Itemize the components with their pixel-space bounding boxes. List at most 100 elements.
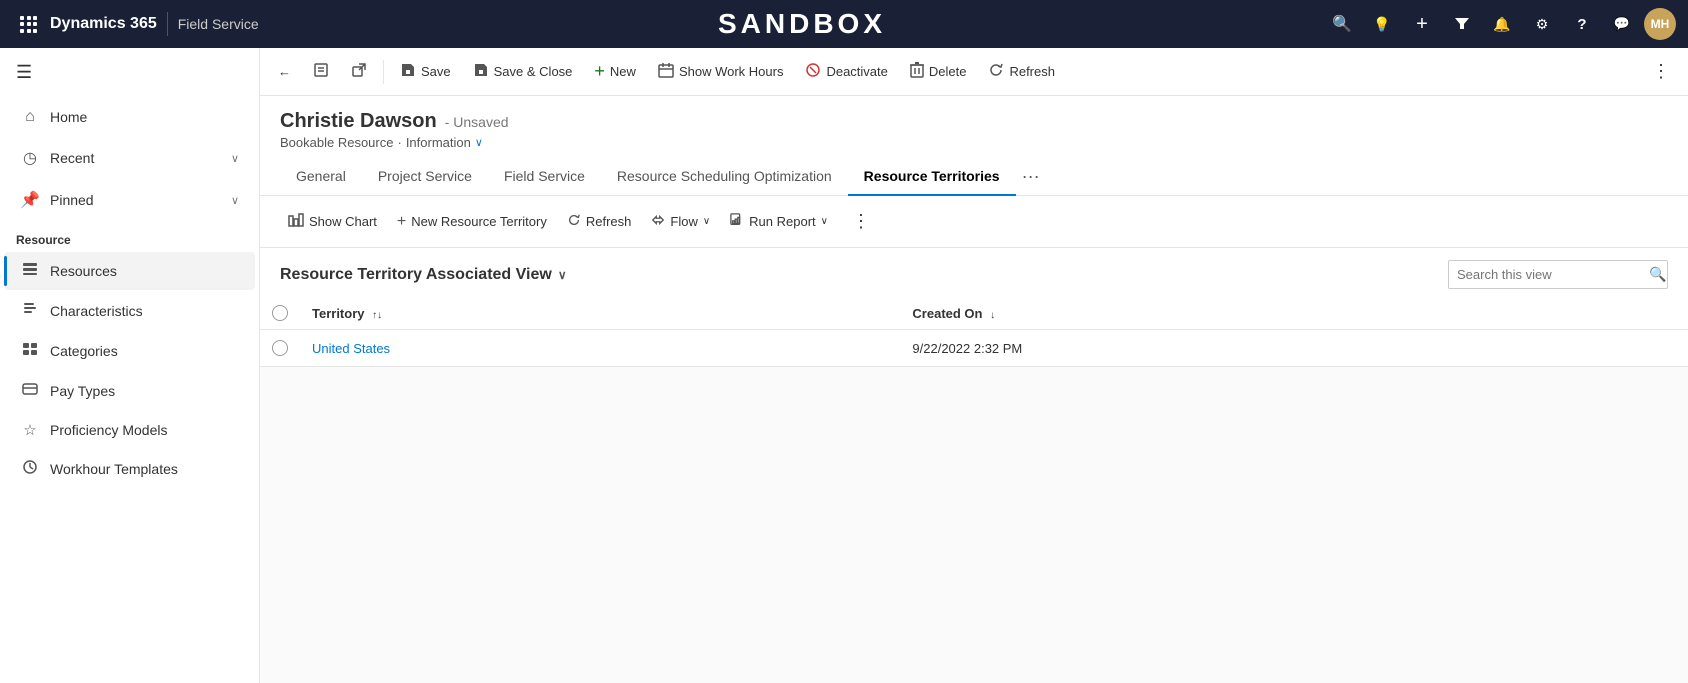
report-icon — [730, 213, 744, 230]
tab-field-service[interactable]: Field Service — [488, 158, 601, 196]
sub-more-icon: ⋮ — [852, 211, 870, 232]
sidebar-item-pinned[interactable]: 📌 Pinned ∨ — [4, 180, 255, 220]
bulb-icon-button[interactable]: 💡 — [1364, 6, 1400, 42]
home-label: Home — [50, 109, 87, 125]
view-title[interactable]: Resource Territory Associated View ∨ — [280, 266, 567, 284]
main-toolbar: ← — [260, 48, 1688, 96]
created-on-col-label: Created On — [912, 306, 982, 321]
territory-col-label: Territory — [312, 306, 365, 321]
chat-icon-button[interactable]: 💬 — [1604, 6, 1640, 42]
sidebar-item-recent[interactable]: ◷ Recent ∨ — [4, 138, 255, 178]
new-button[interactable]: + New — [584, 55, 646, 88]
pinned-icon: 📌 — [20, 190, 40, 210]
breadcrumb-chevron[interactable]: ∨ — [475, 136, 483, 149]
tab-resource-territories[interactable]: Resource Territories — [848, 158, 1016, 196]
search-submit-button[interactable]: 🔍 — [1641, 261, 1668, 288]
sub-more-button[interactable]: ⋮ — [844, 206, 878, 237]
territory-link[interactable]: United States — [312, 341, 390, 356]
pay-types-label: Pay Types — [50, 383, 115, 399]
table-header-row: Territory ↑↓ Created On ↓ — [260, 297, 1688, 330]
table-row: United States 9/22/2022 2:32 PM — [260, 330, 1688, 367]
open-in-new-button[interactable] — [341, 56, 377, 87]
open-new-icon — [351, 62, 367, 81]
created-on-value: 9/22/2022 2:32 PM — [912, 341, 1022, 356]
flow-button[interactable]: Flow ∨ — [643, 208, 718, 235]
help-icon-button[interactable]: ? — [1564, 6, 1600, 42]
view-title-chevron: ∨ — [558, 268, 567, 282]
more-options-button[interactable]: ⋮ — [1642, 55, 1680, 88]
data-table: Territory ↑↓ Created On ↓ — [260, 297, 1688, 367]
row-checkbox[interactable] — [272, 340, 288, 356]
resources-icon — [20, 261, 40, 281]
characteristics-icon — [20, 301, 40, 321]
sandbox-label: SANDBOX — [718, 8, 886, 40]
delete-icon — [910, 62, 924, 82]
workhour-label: Workhour Templates — [50, 461, 178, 477]
settings-icon-button[interactable]: ⚙ — [1524, 6, 1560, 42]
tabs-more-button[interactable]: ··· — [1016, 158, 1046, 195]
sidebar-item-resources[interactable]: Resources — [4, 252, 255, 290]
record-name-text: Christie Dawson — [280, 110, 437, 133]
categories-label: Categories — [50, 343, 118, 359]
created-on-column-header[interactable]: Created On ↓ — [900, 297, 1688, 330]
sub-refresh-label: Refresh — [586, 214, 632, 229]
pinned-label: Pinned — [50, 192, 94, 208]
tab-general[interactable]: General — [280, 158, 362, 196]
row-checkbox-cell — [260, 330, 300, 367]
refresh-button[interactable]: Refresh — [978, 56, 1065, 88]
created-on-sort-icon: ↓ — [990, 310, 995, 321]
save-button[interactable]: Save — [390, 56, 461, 88]
save-icon — [400, 62, 416, 82]
tab-rso[interactable]: Resource Scheduling Optimization — [601, 158, 848, 196]
nav-divider — [167, 12, 168, 36]
workhour-icon — [20, 459, 40, 479]
breadcrumb-entity: Bookable Resource — [280, 135, 393, 150]
select-all-checkbox[interactable] — [272, 305, 288, 321]
territory-column-header[interactable]: Territory ↑↓ — [300, 297, 900, 330]
breadcrumb-view[interactable]: Information — [406, 135, 471, 150]
view-header: Resource Territory Associated View ∨ 🔍 — [260, 248, 1688, 297]
sidebar-item-home[interactable]: ⌂ Home — [4, 98, 255, 136]
sidebar-item-proficiency-models[interactable]: ☆ Proficiency Models — [4, 412, 255, 448]
flow-chevron: ∨ — [703, 216, 710, 227]
new-resource-territory-label: New Resource Territory — [411, 214, 547, 229]
new-resource-territory-icon: + — [397, 213, 406, 231]
sidebar-item-workhour-templates[interactable]: Workhour Templates — [4, 450, 255, 488]
nav-icons: 🔍 💡 + 🔔 ⚙ ? 💬 MH — [1324, 6, 1676, 42]
run-report-button[interactable]: Run Report ∨ — [722, 208, 836, 235]
save-close-button[interactable]: Save & Close — [463, 56, 583, 88]
sub-refresh-icon — [567, 213, 581, 230]
sidebar-item-pay-types[interactable]: Pay Types — [4, 372, 255, 410]
resources-label: Resources — [50, 263, 117, 279]
recent-label: Recent — [50, 150, 94, 166]
save-close-icon — [473, 62, 489, 82]
record-unsaved-badge: - Unsaved — [445, 114, 509, 130]
show-work-hours-button[interactable]: Show Work Hours — [648, 56, 794, 88]
sidebar-item-categories[interactable]: Categories — [4, 332, 255, 370]
show-chart-button[interactable]: Show Chart — [280, 207, 385, 236]
filter-nav-button[interactable] — [1444, 6, 1480, 42]
grid-icon[interactable] — [20, 16, 38, 33]
bell-icon-button[interactable]: 🔔 — [1484, 6, 1520, 42]
run-report-chevron: ∨ — [821, 216, 828, 227]
sub-area: Show Chart + New Resource Territory Refr… — [260, 196, 1688, 683]
deactivate-button[interactable]: Deactivate — [795, 56, 897, 88]
sub-refresh-button[interactable]: Refresh — [559, 208, 640, 235]
back-button[interactable]: ← — [268, 58, 301, 85]
created-on-cell: 9/22/2022 2:32 PM — [900, 330, 1688, 367]
delete-button[interactable]: Delete — [900, 56, 977, 88]
search-box: 🔍 — [1448, 260, 1668, 289]
record-title: Christie Dawson - Unsaved — [280, 110, 1668, 133]
tab-project-service[interactable]: Project Service — [362, 158, 488, 196]
search-input[interactable] — [1449, 262, 1641, 287]
add-nav-button[interactable]: + — [1404, 6, 1440, 42]
characteristics-label: Characteristics — [50, 303, 143, 319]
hamburger-button[interactable]: ☰ — [0, 48, 259, 97]
avatar[interactable]: MH — [1644, 8, 1676, 40]
refresh-icon — [988, 62, 1004, 82]
search-nav-button[interactable]: 🔍 — [1324, 6, 1360, 42]
back-icon: ← — [278, 64, 291, 79]
new-resource-territory-button[interactable]: + New Resource Territory — [389, 208, 555, 236]
sidebar-item-characteristics[interactable]: Characteristics — [4, 292, 255, 330]
form-view-button[interactable] — [303, 56, 339, 87]
